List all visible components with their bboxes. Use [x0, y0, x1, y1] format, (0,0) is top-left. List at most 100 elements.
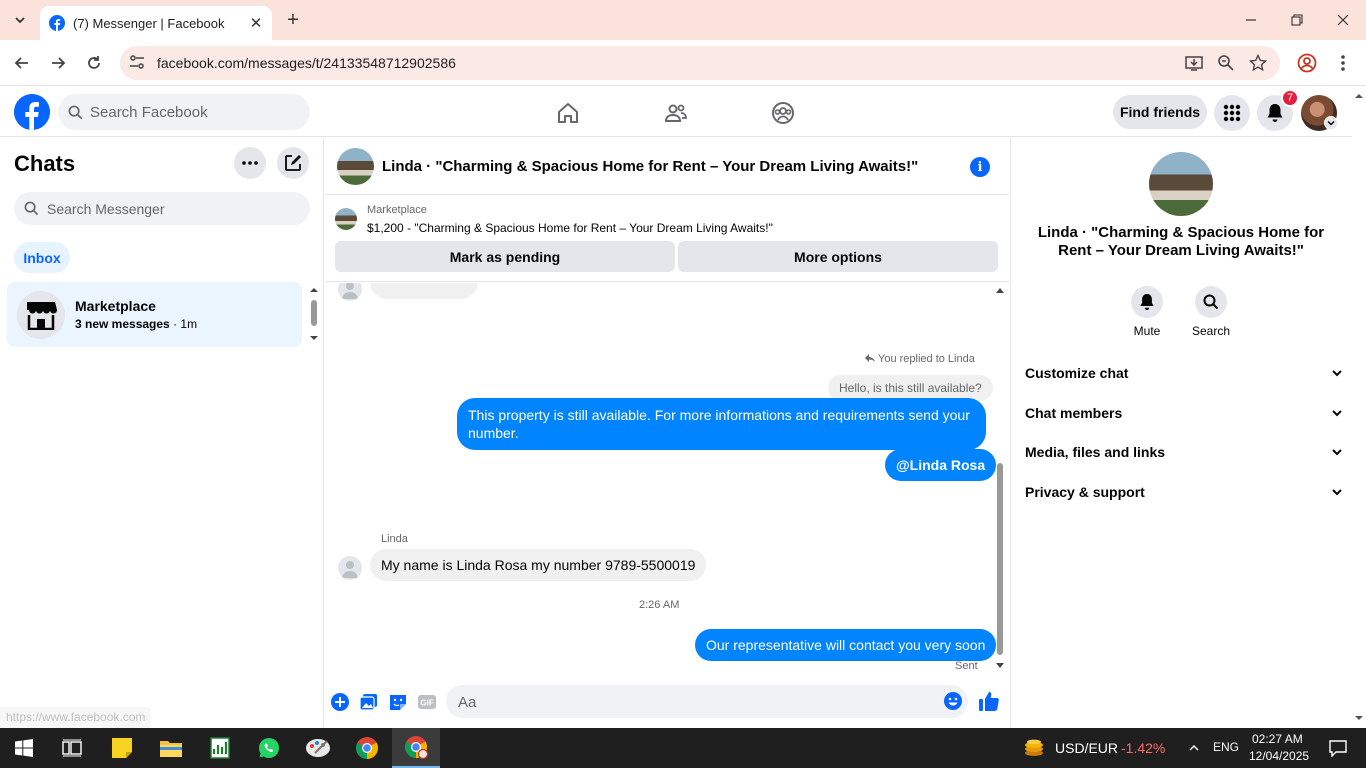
- listing-profile-photo[interactable]: [1149, 152, 1213, 216]
- new-messages-count: 3 new messages: [75, 317, 170, 331]
- facebook-header: Search Facebook Find friends: [0, 87, 1352, 137]
- currency-widget-icon[interactable]: [1012, 728, 1056, 768]
- folder-icon: [160, 741, 182, 757]
- more-actions-icon[interactable]: [329, 691, 351, 713]
- conversation-panel: Linda · "Charming & Spacious Home for Re…: [325, 138, 1009, 728]
- incoming-message[interactable]: My name is Linda Rosa my number 9789-550…: [370, 549, 707, 581]
- outgoing-message[interactable]: This property is still available. For mo…: [457, 398, 986, 450]
- groups-icon[interactable]: [769, 99, 797, 127]
- bell-icon: [1140, 294, 1154, 310]
- new-message-button[interactable]: [277, 147, 309, 179]
- profile-icon[interactable]: [1295, 51, 1319, 75]
- reload-icon: [88, 56, 100, 69]
- facebook-favicon-icon: [49, 15, 65, 31]
- close-icon: [1337, 14, 1349, 26]
- messenger-search-input[interactable]: Search Messenger: [14, 192, 310, 225]
- emoji-icon[interactable]: [943, 691, 963, 711]
- find-friends-button[interactable]: Find friends: [1113, 95, 1207, 129]
- paint-app[interactable]: [294, 728, 342, 768]
- home-icon[interactable]: [554, 99, 582, 127]
- reload-button[interactable]: [81, 50, 107, 76]
- whatsapp-app[interactable]: [245, 728, 293, 768]
- tab-close-icon[interactable]: ✕: [246, 13, 266, 33]
- speech-bubble-icon: [1329, 740, 1347, 757]
- conversation-time: · 1m: [169, 317, 198, 331]
- conversation-item-marketplace[interactable]: Marketplace 3 new messages · 1m: [7, 282, 302, 347]
- facebook-logo-icon[interactable]: [14, 94, 50, 130]
- linda-avatar[interactable]: [338, 556, 362, 580]
- chrome-app-active[interactable]: [392, 728, 440, 768]
- scroll-down-icon: [1355, 716, 1363, 720]
- conversation-name: Marketplace: [75, 298, 156, 314]
- back-button[interactable]: [9, 50, 35, 76]
- conversation-title[interactable]: Linda · "Charming & Spacious Home for Re…: [382, 158, 918, 175]
- mute-button[interactable]: Mute: [1117, 286, 1177, 338]
- outgoing-message-last[interactable]: Our representative will contact you very…: [695, 629, 997, 661]
- scroll-up-icon: [1355, 94, 1363, 98]
- mark-pending-button[interactable]: Mark as pending: [335, 241, 675, 272]
- facebook-search-input[interactable]: Search Facebook: [58, 94, 310, 130]
- listing-price-title[interactable]: $1,200 - "Charming & Spacious Home for R…: [367, 221, 773, 235]
- customize-chat-row[interactable]: Customize chat: [1025, 355, 1343, 391]
- show-hidden-icons-button[interactable]: [1182, 728, 1206, 768]
- chrome-app[interactable]: [343, 728, 391, 768]
- sender-avatar: [338, 283, 362, 301]
- chat-members-row[interactable]: Chat members: [1025, 395, 1343, 431]
- spreadsheet-app[interactable]: [196, 728, 244, 768]
- start-button[interactable]: [0, 728, 48, 768]
- page-scrollbar[interactable]: [1352, 87, 1366, 728]
- menu-grid-button[interactable]: [1214, 95, 1250, 131]
- privacy-support-row[interactable]: Privacy & support: [1025, 474, 1343, 510]
- account-chevron-icon[interactable]: [1324, 116, 1338, 130]
- message-bubble-partial[interactable]: [370, 283, 478, 299]
- info-icon[interactable]: i: [970, 157, 990, 177]
- ticker-name[interactable]: USD/EUR: [1055, 740, 1118, 756]
- task-view-button[interactable]: [48, 728, 96, 768]
- media-files-links-row[interactable]: Media, files and links: [1025, 434, 1343, 470]
- more-options-button[interactable]: More options: [678, 241, 998, 272]
- gif-icon[interactable]: GIF: [416, 691, 438, 713]
- clock-time[interactable]: 02:27 AM: [1252, 732, 1303, 746]
- chat-options-button[interactable]: [234, 147, 266, 179]
- messenger-search-placeholder: Search Messenger: [47, 201, 165, 217]
- site-info-icon[interactable]: [128, 53, 146, 71]
- attach-photo-icon[interactable]: [358, 691, 380, 713]
- forward-button[interactable]: [45, 50, 71, 76]
- browser-menu-icon[interactable]: [1331, 51, 1355, 75]
- inbox-tab[interactable]: Inbox: [14, 242, 70, 273]
- chat-list-scrollbar[interactable]: [309, 286, 319, 346]
- sticky-notes-app[interactable]: [98, 728, 146, 768]
- bookmark-star-icon[interactable]: [1248, 53, 1268, 73]
- restore-button[interactable]: [1274, 0, 1320, 40]
- zoom-icon[interactable]: [1216, 53, 1236, 73]
- outgoing-mention-message[interactable]: @Linda Rosa: [885, 449, 997, 481]
- minimize-button[interactable]: [1228, 0, 1274, 40]
- sticker-icon[interactable]: [387, 691, 409, 713]
- conversation-preview: 3 new messages · 1m: [75, 317, 197, 331]
- close-window-button[interactable]: [1320, 0, 1366, 40]
- whatsapp-icon: [259, 738, 279, 758]
- thumbs-up-icon[interactable]: [977, 689, 1001, 713]
- search-in-chat-button[interactable]: Search: [1181, 286, 1241, 338]
- search-icon: [24, 201, 39, 216]
- browser-tab[interactable]: (7) Messenger | Facebook ✕: [40, 6, 272, 40]
- thread-scrollbar[interactable]: [994, 283, 1006, 673]
- friends-icon[interactable]: [662, 99, 690, 127]
- svg-text:GIF: GIF: [420, 699, 433, 708]
- install-app-icon[interactable]: [1184, 53, 1204, 73]
- address-bar[interactable]: facebook.com/messages/t/2413354871290258…: [120, 46, 1280, 80]
- message-timestamp: 2:26 AM: [639, 599, 680, 611]
- notification-center-button[interactable]: [1318, 728, 1358, 768]
- chat-info-title: Linda · "Charming & Spacious Home for Re…: [1037, 224, 1325, 259]
- ticker-change[interactable]: -1.42%: [1121, 740, 1165, 756]
- clock-date[interactable]: 12/04/2025: [1249, 749, 1309, 763]
- file-explorer-app[interactable]: [147, 728, 195, 768]
- tab-search-button[interactable]: [6, 7, 34, 33]
- reply-note-text: You replied to Linda: [878, 353, 975, 365]
- reply-arrow-icon: [865, 354, 875, 363]
- language-indicator[interactable]: ENG: [1213, 740, 1239, 754]
- listing-thumbnail[interactable]: [337, 148, 374, 185]
- new-tab-button[interactable]: +: [282, 9, 304, 31]
- sticky-notes-icon: [112, 738, 132, 758]
- message-input[interactable]: Aa: [446, 685, 968, 718]
